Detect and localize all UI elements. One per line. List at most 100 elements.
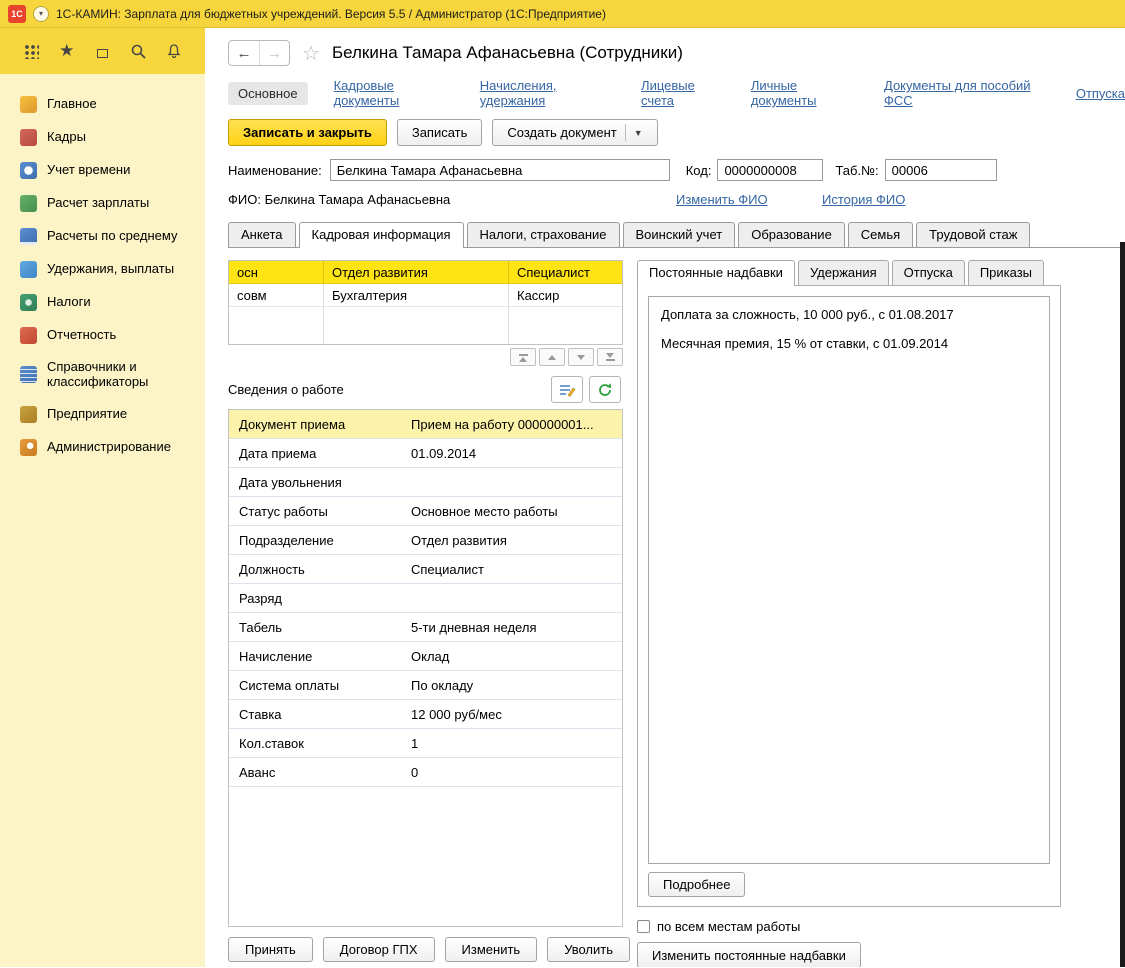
sidebar-toolbar: ★ xyxy=(0,28,205,74)
tab-voinskiy-uchet[interactable]: Воинский учет xyxy=(623,222,736,247)
allowance-item[interactable]: Доплата за сложность, 10 000 руб., с 01.… xyxy=(661,307,1037,322)
sidebar-item-raschet-zarplaty[interactable]: Расчет зарплаты xyxy=(0,187,205,220)
work-row: Документ приемаПрием на работу 000000001… xyxy=(229,410,622,439)
sidebar: ★ Главное Кадры Учет времени Расчет зарп… xyxy=(0,28,205,967)
assignment-row[interactable]: совм Бухгалтерия Кассир xyxy=(229,284,622,307)
edit-allowances-button[interactable]: Изменить постоянные надбавки xyxy=(637,942,861,967)
sidebar-item-kadry[interactable]: Кадры xyxy=(0,121,205,154)
tab-otpuska[interactable]: Отпуска xyxy=(892,260,965,285)
change-fio-link[interactable]: Изменить ФИО xyxy=(676,192,768,207)
button-separator xyxy=(625,124,626,141)
assignment-type-cell: осн xyxy=(229,261,324,283)
tab-anketa[interactable]: Анкета xyxy=(228,222,296,247)
all-jobs-row: по всем местам работы xyxy=(637,919,1061,934)
work-row: Дата увольнения xyxy=(229,468,622,497)
gph-contract-button[interactable]: Договор ГПХ xyxy=(323,937,435,962)
move-up-button[interactable] xyxy=(539,348,565,366)
move-first-button[interactable] xyxy=(510,348,536,366)
work-info-table: Документ приемаПрием на работу 000000001… xyxy=(228,409,623,927)
open-windows-icon[interactable] xyxy=(92,40,114,62)
sidebar-item-glavnoe[interactable]: Главное xyxy=(0,88,205,121)
sidebar-item-nalogi[interactable]: Налоги xyxy=(0,286,205,319)
tab-postoyannye-nadbavki[interactable]: Постоянные надбавки xyxy=(637,260,795,286)
nav-link-osnovnoe[interactable]: Основное xyxy=(228,82,308,105)
allowances-panel: Доплата за сложность, 10 000 руб., с 01.… xyxy=(637,285,1061,907)
tab-number-input[interactable] xyxy=(885,159,997,181)
move-down-button[interactable] xyxy=(568,348,594,366)
nav-link-dokumenty-fss[interactable]: Документы для пособий ФСС xyxy=(884,78,1050,108)
window-edge xyxy=(1120,242,1125,967)
work-actions: Принять Договор ГПХ Изменить Уволить xyxy=(228,937,623,962)
dropdown-caret-icon: ▼ xyxy=(634,128,643,138)
assignment-row-selected[interactable]: осн Отдел развития Специалист xyxy=(229,261,622,284)
list-settings-button[interactable] xyxy=(551,376,583,403)
tab-trudovoy-stazh[interactable]: Трудовой стаж xyxy=(916,222,1030,247)
tab-semya[interactable]: Семья xyxy=(848,222,913,247)
work-row: Статус работыОсновное место работы xyxy=(229,497,622,526)
all-jobs-checkbox-label: по всем местам работы xyxy=(657,919,800,934)
work-row: Аванс0 xyxy=(229,758,622,787)
sidebar-item-uderzhaniya-vyplaty[interactable]: Удержания, выплаты xyxy=(0,253,205,286)
sidebar-item-uchet-vremeni[interactable]: Учет времени xyxy=(0,154,205,187)
code-label: Код: xyxy=(686,163,712,178)
sidebar-item-spravochniki[interactable]: Справочники и классификаторы xyxy=(0,352,205,398)
allowance-item[interactable]: Месячная премия, 15 % от ставки, с 01.09… xyxy=(661,336,1037,351)
assignment-type-cell: совм xyxy=(229,284,324,306)
work-row: НачислениеОклад xyxy=(229,642,622,671)
work-info-header: Сведения о работе xyxy=(228,376,623,403)
grid-dots-icon xyxy=(24,44,39,59)
name-input[interactable] xyxy=(330,159,670,181)
tab-kadrovaya-informatsiya[interactable]: Кадровая информация xyxy=(299,222,464,248)
name-label: Наименование: xyxy=(228,163,322,178)
sidebar-item-administrirovanie[interactable]: Администрирование xyxy=(0,431,205,464)
reference-icon xyxy=(20,366,37,383)
payments-icon xyxy=(20,261,37,278)
search-icon[interactable] xyxy=(127,40,149,62)
list-pencil-icon xyxy=(558,382,576,398)
assignment-row-empty xyxy=(229,307,622,344)
move-last-button[interactable] xyxy=(597,348,623,366)
report-icon xyxy=(20,327,37,344)
refresh-button[interactable] xyxy=(589,376,621,403)
fio-text: ФИО: Белкина Тамара Афанасьевна xyxy=(228,192,450,207)
nav-link-lichnye-dokumenty[interactable]: Личные документы xyxy=(751,78,858,108)
save-close-button[interactable]: Записать и закрыть xyxy=(228,119,387,146)
work-row: ПодразделениеОтдел развития xyxy=(229,526,622,555)
main-menu-button[interactable]: ▾ xyxy=(33,6,49,22)
favorites-star-icon[interactable]: ★ xyxy=(56,40,78,62)
tab-obrazovanie[interactable]: Образование xyxy=(738,222,845,247)
tab-uderzhaniya[interactable]: Удержания xyxy=(798,260,889,285)
sections-menu-icon[interactable] xyxy=(20,40,42,62)
history-fio-link[interactable]: История ФИО xyxy=(822,192,905,207)
page-title: Белкина Тамара Афанасьевна (Сотрудники) xyxy=(332,43,683,63)
back-button[interactable]: ← xyxy=(229,41,259,65)
work-row: Ставка12 000 руб/мес xyxy=(229,700,622,729)
nav-link-otpuska[interactable]: Отпуска xyxy=(1076,86,1125,101)
assignment-dept-cell: Отдел развития xyxy=(324,261,509,283)
work-row: Разряд xyxy=(229,584,622,613)
tab-number-label: Таб.№: xyxy=(835,163,878,178)
favorite-star-icon[interactable]: ☆ xyxy=(302,41,320,66)
nav-link-nachisleniya-uderzhaniya[interactable]: Начисления, удержания xyxy=(480,78,615,108)
code-input[interactable] xyxy=(717,159,823,181)
employee-tabs: Анкета Кадровая информация Налоги, страх… xyxy=(228,222,1125,248)
nav-link-kadrovye-dokumenty[interactable]: Кадровые документы xyxy=(334,78,454,108)
tab-prikazy[interactable]: Приказы xyxy=(968,260,1044,285)
tab-nalogi-strakhovanie[interactable]: Налоги, страхование xyxy=(467,222,620,247)
notifications-bell-icon[interactable] xyxy=(163,40,185,62)
change-button[interactable]: Изменить xyxy=(445,937,538,962)
forward-button[interactable]: → xyxy=(259,41,289,65)
payroll-icon xyxy=(20,195,37,212)
dismiss-button[interactable]: Уволить xyxy=(547,937,630,962)
details-button[interactable]: Подробнее xyxy=(648,872,745,897)
all-jobs-checkbox[interactable] xyxy=(637,920,650,933)
accept-button[interactable]: Принять xyxy=(228,937,313,962)
main-area: ← → ☆ Белкина Тамара Афанасьевна (Сотруд… xyxy=(205,28,1125,967)
sidebar-item-otchetnost[interactable]: Отчетность xyxy=(0,319,205,352)
nav-link-litsevye-scheta[interactable]: Лицевые счета xyxy=(641,78,725,108)
sidebar-item-predpriyatie[interactable]: Предприятие xyxy=(0,398,205,431)
assignment-pos-cell: Кассир xyxy=(509,284,622,306)
sidebar-item-raschety-po-srednemu[interactable]: Расчеты по среднему xyxy=(0,220,205,253)
create-document-button[interactable]: Создать документ ▼ xyxy=(492,119,657,146)
save-button[interactable]: Записать xyxy=(397,119,483,146)
